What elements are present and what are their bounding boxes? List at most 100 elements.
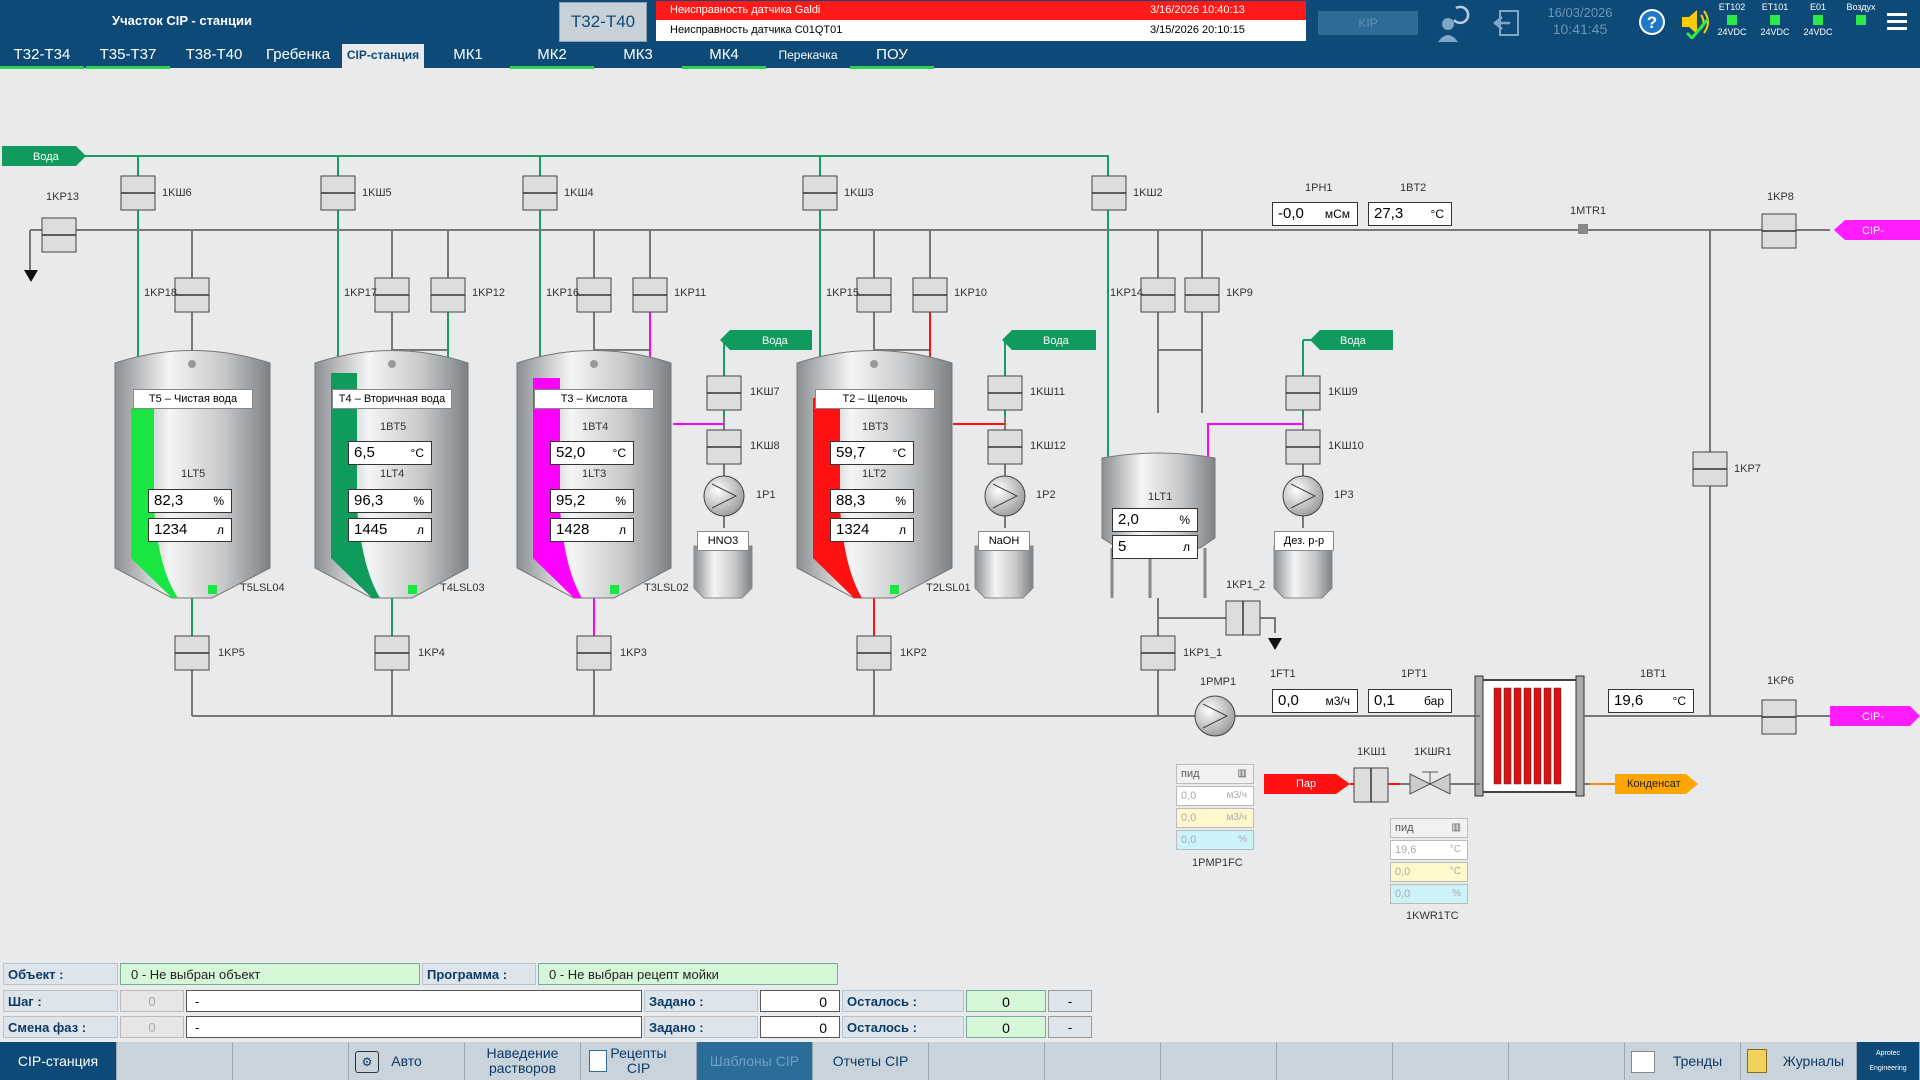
temperature-display[interactable]: 27,3 °C [1368,202,1452,226]
nav-cip-station[interactable]: CIP-станция [0,1042,117,1080]
svg-text:?: ? [1647,13,1657,32]
unit: л [618,523,626,537]
level-percent-display[interactable]: 95,2% [550,489,634,513]
unit: °C [612,446,626,460]
level-percent-display[interactable]: 96,3% [348,489,432,513]
indicator-name: ET102 [1718,2,1746,12]
volume-display[interactable]: 1445 л [348,518,432,542]
nav-empty-slot [1277,1042,1393,1080]
tab-perekachka[interactable]: Перекачка [766,44,850,69]
nav-empty-slot [929,1042,1045,1080]
nav-empty-slot [1509,1042,1625,1080]
flow-display[interactable]: 0,0 м3/ч [1272,689,1358,713]
pid-row: 19,6 °C [1390,840,1468,860]
temperature-display[interactable]: 19,6 °C [1608,689,1694,713]
nav-recipes-button[interactable]: Рецепты CIP [581,1042,697,1080]
tab-grebenka[interactable]: Гребенка [256,44,340,69]
condensate-label: Конденсат [1627,778,1681,790]
nav-templates-button[interactable]: Шаблоны CIP [697,1042,813,1080]
program-value[interactable]: 0 - Не выбран рецепт мойки [538,963,838,985]
value: 0,0 [1395,888,1411,900]
nav-auto-button[interactable]: ⚙ Авто [349,1042,465,1080]
volume-display[interactable]: 1234 л [148,518,232,542]
value: 2,0 [1118,511,1139,528]
alarm-sound-icon[interactable] [1678,5,1712,39]
object-value[interactable]: 0 - Не выбран объект [120,963,420,985]
step-button[interactable]: - [1048,990,1092,1012]
volume-display[interactable]: 1428 л [550,518,634,542]
time-text: 10:41:45 [1552,21,1608,37]
temperature-display[interactable]: 59,7 °C [830,441,914,465]
indicator-et102: ET102 24VDC [1712,2,1752,42]
tab-t32-t34[interactable]: Т32-Т34 [0,44,84,69]
level-percent-display[interactable]: 82,3% [148,489,232,513]
status-led [1770,15,1780,25]
value: 27,3 [1374,205,1404,222]
pid-controller-pmp[interactable]: пид ▥ 0,0 м3/ч 0,0 м3/ч 0,0% [1176,764,1254,852]
volume-display[interactable]: 5л [1112,535,1198,559]
phase-left-value: 0 [966,1016,1046,1038]
alarm-time: 3/16/2026 10:40:13 [1150,4,1245,16]
pump-label: 1P1 [756,489,776,501]
nav-trends-button[interactable]: Тренды [1625,1042,1741,1080]
tab-mk1[interactable]: МК1 [426,44,510,69]
valve-label: 1KP4 [418,647,445,659]
level-percent-display[interactable]: 2,0% [1112,508,1198,532]
area-button[interactable]: Т32-Т40 [559,2,647,42]
pid-controller-kwr[interactable]: пид ▥ 19,6 °C 0,0 °C 0,0% [1390,818,1468,906]
level-percent-display[interactable]: 88,3% [830,489,914,513]
step-set-value: 0 [760,990,840,1012]
step-label: Шаг : [3,990,118,1012]
valve-label: 1KШ4 [564,187,594,199]
object-label: Объект : [3,963,118,985]
nav-empty-slot [1161,1042,1277,1080]
tab-cip-station[interactable]: CIP-станция [342,44,424,69]
user-refresh-icon[interactable] [1430,2,1470,42]
kip-button[interactable]: KIP [1318,11,1418,35]
valve-label: 1KШ9 [1328,386,1358,398]
indicator-name: Воздух [1846,2,1876,12]
dosing-tank-label: HNO3 [697,531,749,551]
valve-label: 1KP17 [344,287,378,299]
valve-label: 1KP7 [1734,463,1761,475]
unit: °C [1449,866,1461,877]
nav-journals-button[interactable]: Журналы [1741,1042,1857,1080]
temperature-display[interactable]: 6,5 °C [348,441,432,465]
tank-label: Т5 – Чистая вода [133,389,253,409]
nav-solutions-button[interactable]: Наведение растворов [465,1042,581,1080]
valve-label: 1KШ1 [1357,746,1387,758]
alarm-row[interactable]: Неисправность датчика C01QT01 3/15/2026 … [656,21,1306,40]
nav-empty-slot [117,1042,233,1080]
alarm-list[interactable]: Неисправность датчика Galdi 3/16/2026 10… [656,1,1306,41]
valve-label: 1KP1_1 [1183,647,1223,659]
tab-mk4[interactable]: МК4 [682,44,766,69]
nav-empty-slot [233,1042,349,1080]
tab-t35-t37[interactable]: Т35-Т37 [86,44,170,69]
temperature-display[interactable]: 52,0 °C [550,441,634,465]
unit: мСм [1324,207,1350,221]
tab-mk3[interactable]: МК3 [596,44,680,69]
indicator-sub: 24VDC [1717,27,1747,37]
level-switch-tag: T5LSL04 [240,582,285,594]
tab-pou[interactable]: ПОУ [850,44,934,69]
alarm-row[interactable]: Неисправность датчика Galdi 3/16/2026 10… [656,1,1306,20]
temperature-tag: 1BT4 [582,421,609,433]
phase-button[interactable]: - [1048,1016,1092,1038]
value: 82,3 [154,492,184,509]
valve-label: 1KP8 [1767,191,1794,203]
help-icon[interactable]: ? [1637,7,1667,37]
pid-row: 0,0 м3/ч [1176,808,1254,828]
nav-reports-button[interactable]: Отчеты CIP [813,1042,929,1080]
conductivity-display[interactable]: -0,0 мСм [1272,202,1358,226]
valve-label: 1KP10 [954,287,988,299]
unit: °C [892,446,906,460]
menu-icon[interactable] [1884,10,1910,34]
volume-display[interactable]: 1324 л [830,518,914,542]
valve-label: 1KP15 [826,287,860,299]
logout-icon[interactable] [1492,8,1522,38]
tab-t38-t40[interactable]: Т38-Т40 [172,44,256,69]
tab-mk2[interactable]: МК2 [510,44,594,69]
pid-tag: 1KWR1TC [1406,910,1459,922]
pressure-display[interactable]: 0,1 бар [1368,689,1452,713]
pid-title: пид [1181,768,1200,780]
